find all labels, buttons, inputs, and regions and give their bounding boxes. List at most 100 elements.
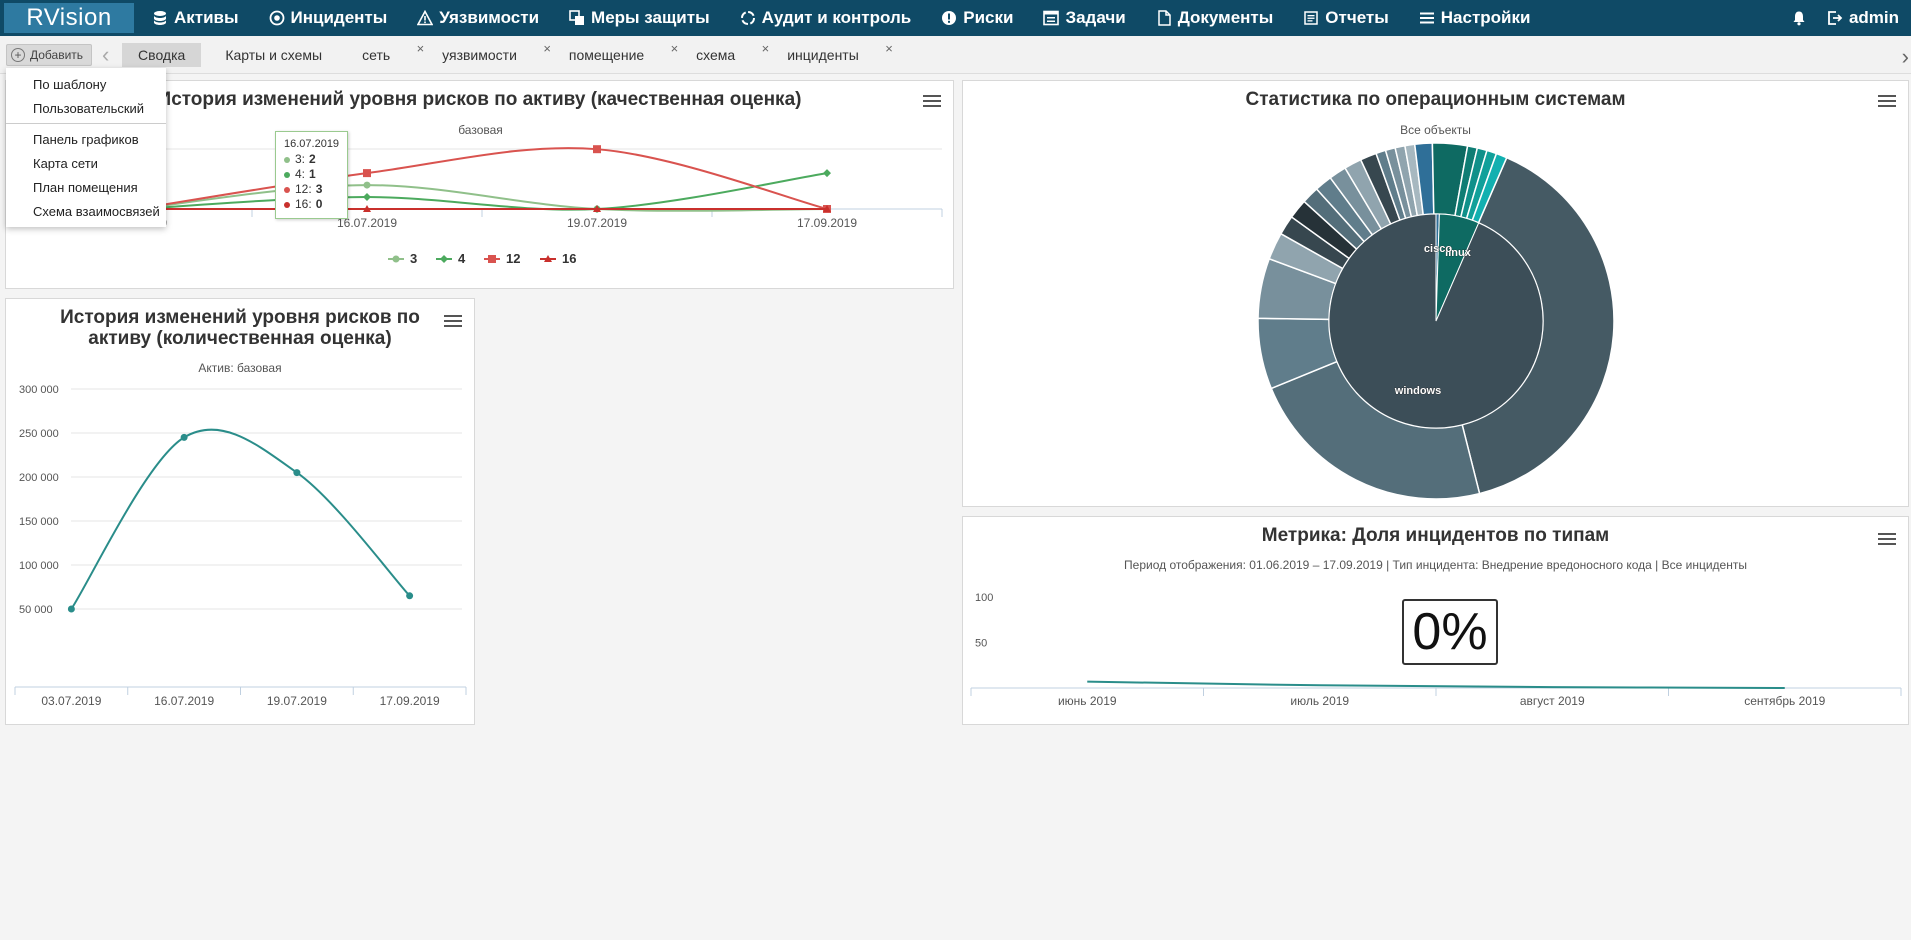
tab-scheme[interactable]: схема ×	[680, 41, 769, 67]
panel-risk-quantity: История изменений уровня рисков по актив…	[5, 298, 475, 725]
report-icon	[1304, 11, 1319, 25]
tooltip-row: 16: 0	[284, 197, 339, 212]
menu-item-relations-scheme[interactable]: Схема взаимосвязей	[6, 199, 166, 223]
refresh-icon	[740, 11, 755, 25]
tooltip-label: 3:	[295, 152, 306, 166]
nav-item-audit[interactable]: Аудит и контроль	[740, 0, 912, 36]
nav-item-protection[interactable]: Меры защиты	[569, 0, 710, 36]
series-dot	[284, 171, 290, 178]
top-navigation: RVision Активы Инциденты Уязвимости Меры…	[0, 0, 1911, 36]
data-point	[823, 169, 831, 178]
x-tick-label: 19.07.2019	[567, 216, 627, 230]
legend-marker	[488, 255, 496, 263]
close-icon[interactable]: ×	[762, 41, 770, 56]
nav-label: Настройки	[1440, 8, 1531, 27]
menu-item-room-plan[interactable]: План помещения	[6, 175, 166, 199]
pie-slice-label: cisco	[1424, 243, 1452, 255]
close-icon[interactable]: ×	[885, 41, 893, 56]
nav-item-assets[interactable]: Активы	[152, 0, 239, 36]
nav-label: Документы	[1177, 8, 1274, 27]
tab-label: сеть	[362, 46, 391, 63]
panel-os-stats: Статистика по операционным системам Все …	[962, 80, 1909, 507]
data-point	[67, 605, 75, 613]
database-icon	[154, 11, 166, 25]
x-tick-label: июль 2019	[1290, 694, 1349, 708]
close-icon[interactable]: ×	[417, 41, 425, 56]
y-tick-label: 50 000	[19, 604, 53, 616]
nav-label: Меры защиты	[591, 8, 710, 27]
y-tick-label: 50	[975, 638, 987, 650]
tooltip-row: 3: 2	[284, 152, 339, 167]
data-point	[593, 145, 601, 154]
tab-incidents[interactable]: инциденты ×	[771, 41, 893, 67]
risk-quantity-chart: 50 000 100 000 150 000 200 000 250 000 300 00…	[14, 384, 467, 708]
x-tick-label: 17.09.2019	[380, 694, 440, 708]
menu-item-custom[interactable]: Пользовательский	[6, 96, 166, 120]
tooltip-value: 3	[315, 182, 323, 196]
legend-marker	[392, 255, 400, 263]
tab-label: инциденты	[787, 46, 859, 63]
metric-value: 0%	[1402, 599, 1498, 665]
data-point	[293, 469, 301, 477]
x-tick-label: июнь 2019	[1058, 694, 1117, 708]
nav-label: Активы	[174, 8, 239, 27]
nav-item-risks[interactable]: Риски	[941, 0, 1013, 36]
tab-maps[interactable]: Карты и схемы	[209, 43, 338, 67]
notifications-button[interactable]	[1791, 10, 1807, 26]
user-menu[interactable]: admin	[1827, 8, 1899, 28]
tooltip-value: 0	[315, 197, 323, 211]
panel-incident-metric: Метрика: Доля инцидентов по типам Период…	[962, 516, 1909, 725]
y-tick-label: 300 000	[19, 384, 59, 396]
pie-slice-label: windows	[1394, 385, 1441, 397]
app-logo[interactable]: RVision	[4, 3, 134, 33]
list-icon	[1043, 10, 1060, 26]
menu-item-by-template[interactable]: По шаблону	[6, 72, 166, 96]
tooltip-row: 4: 1	[284, 167, 339, 182]
nav-label: Задачи	[1065, 8, 1126, 27]
scroll-right-icon[interactable]: ›	[1902, 44, 1909, 70]
nav-label: Аудит и контроль	[761, 8, 912, 27]
nav-item-documents[interactable]: Документы	[1156, 0, 1274, 36]
series-dot	[284, 201, 290, 208]
nav-item-tasks[interactable]: Задачи	[1043, 0, 1126, 36]
nav-item-incidents[interactable]: Инциденты	[269, 0, 387, 36]
nav-item-settings[interactable]: Настройки	[1419, 0, 1531, 36]
tooltip-label: 12:	[295, 182, 312, 196]
series-dot	[284, 186, 290, 193]
x-tick-label: 16.07.2019	[154, 694, 214, 708]
bell-icon	[1793, 11, 1805, 26]
tab-vulnerabilities[interactable]: уязвимости ×	[426, 41, 551, 67]
nav-item-reports[interactable]: Отчеты	[1303, 0, 1389, 36]
menu-item-charts-panel[interactable]: Панель графиков	[6, 127, 166, 151]
nav-item-vulnerabilities[interactable]: Уязвимости	[417, 0, 539, 36]
series-line	[1087, 680, 1785, 689]
add-button[interactable]: + Добавить	[6, 43, 93, 66]
series-line	[70, 428, 411, 610]
scroll-left-icon[interactable]: ‹	[102, 42, 116, 68]
tab-label: Сводка	[138, 46, 186, 63]
close-icon[interactable]: ×	[671, 41, 679, 56]
legend-item: 16	[562, 251, 576, 266]
menu-item-network-map[interactable]: Карта сети	[6, 151, 166, 175]
plus-circle-icon: +	[11, 47, 25, 62]
document-icon	[1157, 10, 1171, 26]
menu-divider	[6, 123, 166, 124]
tab-label: уязвимости	[442, 46, 517, 63]
tooltip-value: 1	[309, 167, 316, 181]
data-point	[363, 169, 371, 178]
main-menu: Активы Инциденты Уязвимости Меры защиты …	[152, 0, 1560, 36]
close-icon[interactable]: ×	[543, 41, 551, 56]
add-dropdown-menu: По шаблону Пользовательский Панель графи…	[6, 68, 166, 227]
tab-room[interactable]: помещение ×	[553, 41, 678, 67]
y-tick-label: 250 000	[19, 428, 59, 440]
x-tick-label: сентябрь 2019	[1744, 694, 1825, 708]
add-button-label: Добавить	[30, 47, 84, 62]
tab-summary[interactable]: Сводка	[122, 42, 202, 67]
logout-icon	[1828, 11, 1843, 25]
data-point	[406, 592, 414, 600]
y-tick-label: 100	[975, 592, 993, 604]
tooltip-label: 4:	[295, 167, 306, 181]
data-point	[180, 433, 188, 441]
tab-network[interactable]: сеть ×	[346, 41, 424, 67]
tab-bar: + Добавить ‹ Сводка Карты и схемы сеть × …	[0, 36, 1911, 74]
